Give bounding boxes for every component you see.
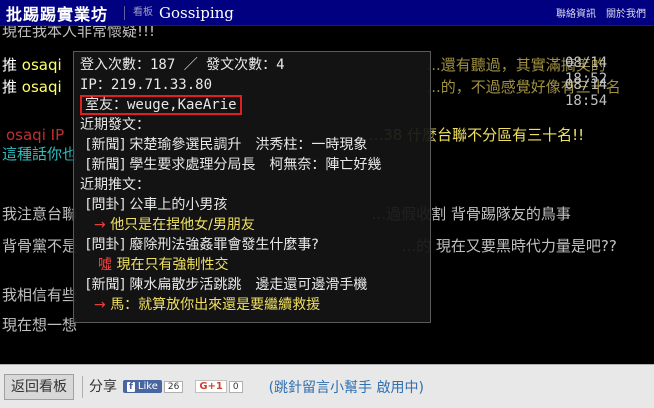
push-time: 08/14 18:54 — [565, 77, 608, 109]
article-line: 現在我本人非常懷疑!!! — [2, 26, 156, 40]
recent-posts-label: 近期發文： — [80, 117, 150, 133]
recent-push-reply: 他只是在捏他女/男朋友 — [110, 217, 255, 233]
recent-post-item[interactable]: [新聞] 學生要求處理分局長 柯無奈：陣亡好幾 — [80, 155, 424, 175]
login-count: 登入次數：187 ／ 發文次數：4 — [80, 57, 285, 73]
gplus-count: 0 — [228, 380, 243, 393]
header-bar: 批踢踢實業坊 看板 Gossiping 聯絡資訊 關於我們 — [0, 0, 654, 26]
board-label: 看板 — [124, 5, 153, 20]
site-title[interactable]: 批踢踢實業坊 — [0, 1, 108, 25]
article-text: 我注意台聯 — [2, 205, 78, 223]
about-link[interactable]: 關於我們 — [606, 5, 646, 20]
push-tag: 推 — [2, 56, 18, 74]
board-name[interactable]: Gossiping — [159, 4, 234, 22]
google-plus-button[interactable]: G+1 — [195, 380, 227, 393]
recent-push-title[interactable]: [新聞] 陳水扁散步活跳跳 邊走還可邊滑手機 — [80, 275, 424, 295]
recent-push-title[interactable]: [問卦] 公車上的小男孩 — [80, 195, 424, 215]
push-tag: 推 — [2, 78, 18, 96]
push-user[interactable]: osaqi — [22, 78, 62, 96]
recent-push-reply: 馬：就算放你出來還是要繼續救援 — [110, 297, 321, 313]
article-text: ...的 現在又要黑時代力量是吧?? — [401, 237, 617, 255]
recent-push-reply: 現在只有強制性交 — [116, 257, 229, 273]
article-line: 現在想一想 — [2, 316, 78, 334]
boo-marker: 噓 — [98, 257, 112, 273]
roommate-label: 室友：weuge,KaeArie — [80, 95, 242, 115]
recent-post-item[interactable]: [新聞] 宋楚瑜參選民調升 洪秀柱：一時現象 — [80, 135, 424, 155]
facebook-icon: f — [127, 381, 135, 392]
edit-user: osaqi — [6, 126, 46, 144]
recent-pushes-label: 近期推文： — [80, 177, 150, 193]
arrow-marker: → — [94, 297, 106, 313]
edit-ip-label: IP — [50, 126, 65, 144]
article-text: 背骨黨不是 — [2, 237, 78, 255]
article-line: 這種話你也 — [2, 145, 78, 163]
footer-bar: 返回看板 分享 f Like 26 G+1 0 (跳針留言小幫手 啟用中) — [0, 364, 654, 408]
arrow-marker: → — [94, 217, 106, 233]
contact-link[interactable]: 聯絡資訊 — [556, 5, 596, 20]
facebook-like-button[interactable]: f Like — [123, 380, 162, 393]
article-line: 我相信有些 — [2, 286, 78, 304]
user-ip: IP：219.71.33.80 — [80, 77, 213, 93]
like-count: 26 — [163, 380, 184, 393]
recent-push-title[interactable]: [問卦] 廢除刑法強姦罪會發生什麼事? — [80, 235, 424, 255]
back-to-board-button[interactable]: 返回看板 — [4, 373, 74, 400]
share-label: 分享 — [82, 375, 117, 398]
user-info-popup: 登入次數：187 ／ 發文次數：4 IP：219.71.33.80 室友：weu… — [73, 51, 431, 323]
helper-text[interactable]: (跳針留言小幫手 啟用中) — [269, 377, 424, 397]
push-user[interactable]: osaqi — [22, 56, 62, 74]
like-label: Like — [137, 381, 158, 392]
header-links: 聯絡資訊 關於我們 — [556, 5, 654, 20]
